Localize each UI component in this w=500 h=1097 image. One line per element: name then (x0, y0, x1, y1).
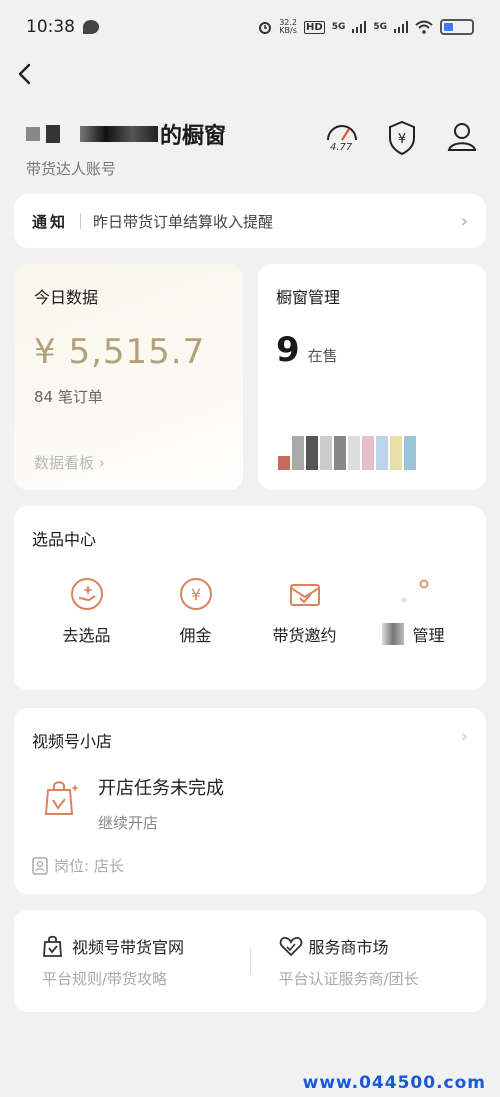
video-shop-card[interactable]: 视频号小店 › 开店任务未完成 继续开店 岗位: 店长 (14, 708, 486, 894)
shop-task[interactable]: 开店任务未完成 继续开店 (32, 774, 468, 833)
go-select-button[interactable]: 去选品 (32, 576, 141, 646)
back-icon[interactable] (14, 62, 38, 86)
service-market-sub: 平台认证服务商/团长 (278, 969, 419, 988)
selection-center-title: 选品中心 (32, 530, 97, 549)
signal-bars-icon (352, 21, 367, 33)
shopping-bag-icon (44, 781, 79, 815)
blurred-name-part (80, 126, 158, 142)
status-indicators: 32.2 KB/s HD 5G 5G (258, 19, 474, 35)
official-site-title: 视频号带货官网 (72, 937, 185, 957)
video-shop-title: 视频号小店 (32, 732, 113, 751)
blurred-name-part (26, 127, 40, 141)
notice-bar[interactable]: 通知 昨日带货订单结算收入提醒 › (14, 194, 486, 248)
watermark: www.044500.com (302, 1073, 486, 1093)
task-title: 开店任务未完成 (98, 778, 224, 799)
divider (80, 213, 82, 229)
commission-button[interactable]: ¥ 佣金 (141, 576, 250, 646)
svg-text:¥: ¥ (398, 132, 406, 147)
today-data-title: 今日数据 (34, 288, 99, 307)
commission-label: 佣金 (179, 626, 212, 645)
battery-icon (440, 19, 474, 35)
alarm-icon (259, 22, 272, 34)
yen-coin-icon: ¥ (179, 578, 212, 610)
signal-bars-icon-2 (394, 21, 408, 33)
speedometer-icon (327, 125, 357, 141)
message-icon (83, 20, 99, 34)
wifi-icon (415, 20, 433, 34)
user-icon (447, 123, 477, 151)
selection-label: 去选品 (62, 626, 111, 645)
account-type: 带货达人账号 (26, 160, 117, 178)
product-count: 9 (276, 330, 300, 370)
product-thumbnails (278, 436, 418, 470)
handshake-heart-icon (279, 936, 302, 956)
notice-text: 昨日带货订单结算收入提醒 (93, 212, 274, 231)
on-sale-label: 在售 (307, 347, 338, 365)
management-icon (401, 579, 428, 602)
bag-check-icon (43, 935, 62, 957)
invitation-icon (289, 584, 320, 606)
selection-icon (70, 578, 103, 610)
status-bar: 10:38 32.2 KB/s HD 5G 5G (0, 0, 500, 54)
management-button[interactable]: 管理 (359, 576, 468, 646)
post-label: 岗位: 店长 (54, 857, 124, 875)
management-label: 管理 (382, 622, 445, 646)
window-management-title: 橱窗管理 (276, 288, 341, 307)
blurred-name-part (46, 125, 60, 143)
today-data-card[interactable]: 今日数据 ¥ 5,515.7 84 笔订单 数据看板 › (14, 264, 243, 490)
status-time: 10:38 (26, 17, 75, 37)
task-subtitle: 继续开店 (98, 814, 159, 832)
title-suffix: 的橱窗 (160, 124, 227, 149)
speed-score: 4.77 (330, 142, 353, 153)
service-market-title: 服务商市场 (308, 937, 389, 957)
page-title: 的橱窗 (26, 118, 226, 150)
selection-grid: 去选品 ¥ 佣金 带货邀约 管理 (32, 576, 468, 646)
post-row: 岗位: 店长 (32, 855, 468, 876)
badge-icon (32, 856, 48, 875)
hd-badge: HD (304, 20, 325, 34)
invitation-label: 带货邀约 (272, 626, 337, 645)
today-amount: ¥ 5,515.7 (34, 332, 206, 372)
service-market-link[interactable]: 服务商市场 平台认证服务商/团长 (251, 934, 487, 989)
profile-button[interactable] (442, 118, 482, 158)
window-management-card[interactable]: 橱窗管理 9 在售 (258, 264, 486, 490)
invitation-button[interactable]: 带货邀约 (250, 576, 359, 646)
svg-text:¥: ¥ (190, 585, 200, 604)
chevron-right-icon: › (460, 726, 468, 747)
speedometer-button[interactable]: 4.77 (322, 118, 362, 158)
official-site-sub: 平台规则/带货攻略 (42, 969, 168, 988)
notice-tag: 通知 (32, 212, 69, 231)
shield-yen-icon: ¥ (389, 120, 415, 156)
wallet-button[interactable]: ¥ (382, 118, 422, 158)
signal-1: 5G (331, 22, 346, 32)
chevron-right-icon: › (460, 210, 468, 232)
bottom-links-card: 视频号带货官网 平台规则/带货攻略 服务商市场 平台认证服务商/团长 (14, 910, 486, 1012)
on-sale-count: 9 在售 (276, 330, 468, 370)
today-orders: 84 笔订单 (34, 388, 103, 406)
header-actions: 4.77 ¥ (322, 118, 500, 158)
data-dashboard-link[interactable]: 数据看板 › (34, 452, 105, 473)
net-speed: 32.2 KB/s (279, 18, 298, 35)
store-header: 的橱窗 带货达人账号 (26, 118, 226, 179)
official-site-link[interactable]: 视频号带货官网 平台规则/带货攻略 (14, 934, 250, 989)
selection-center-card: 选品中心 去选品 ¥ 佣金 带货邀约 管理 (14, 506, 486, 690)
signal-2: 5G (373, 22, 387, 32)
